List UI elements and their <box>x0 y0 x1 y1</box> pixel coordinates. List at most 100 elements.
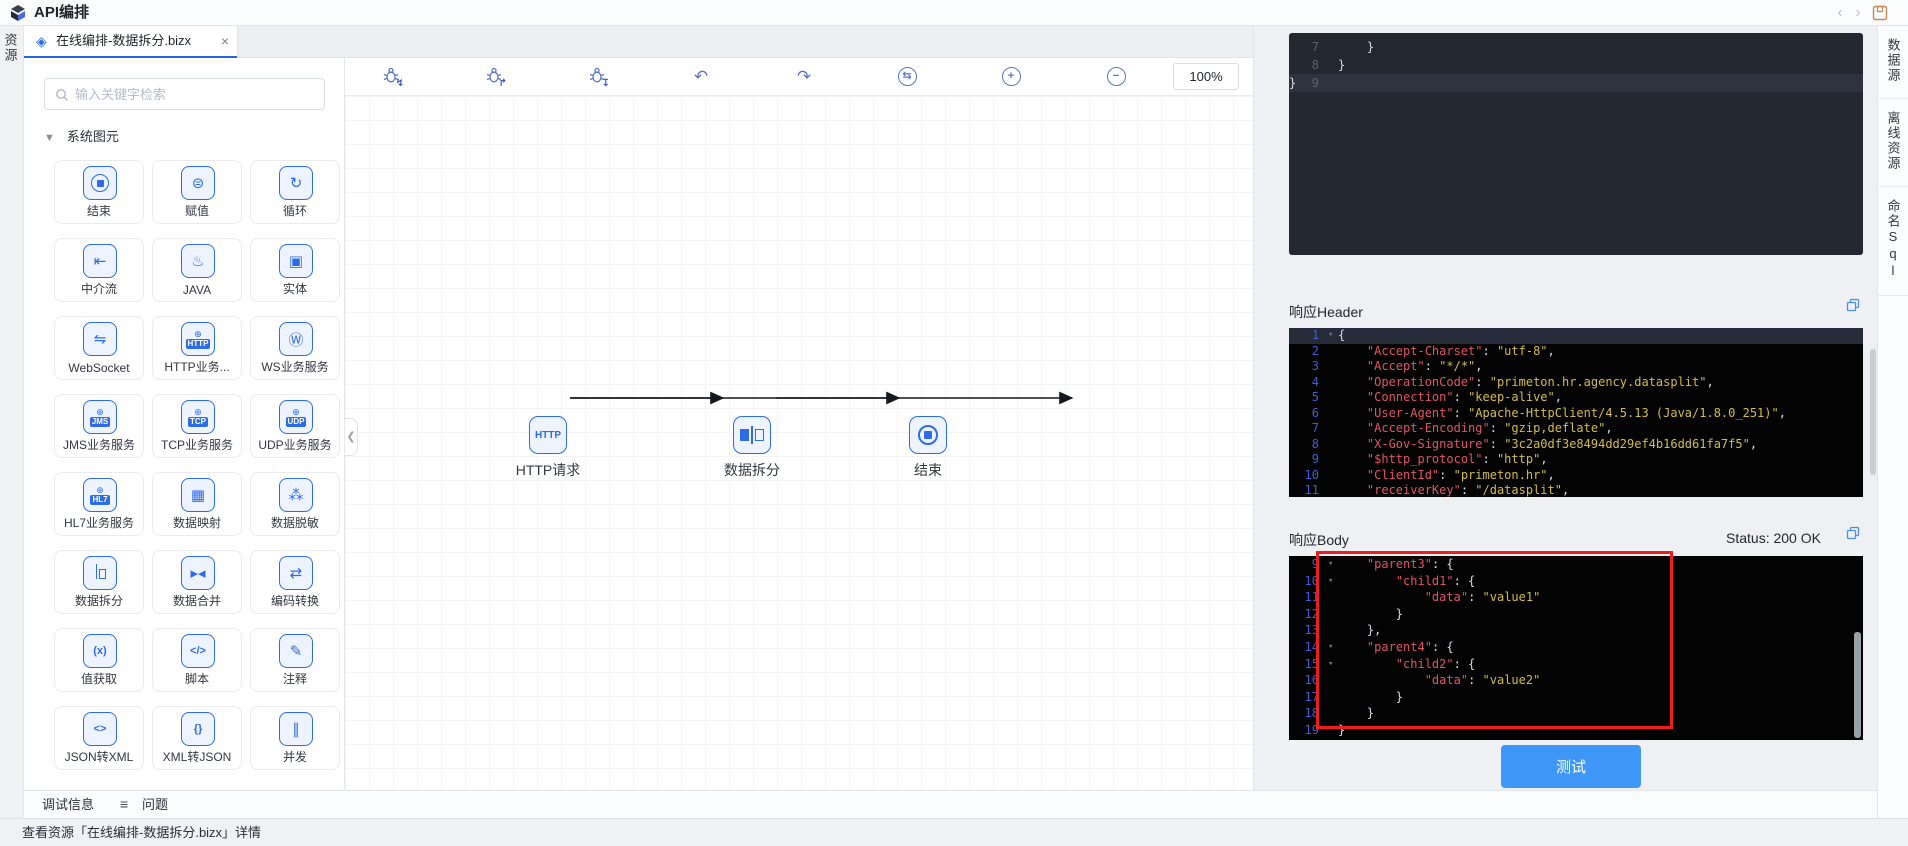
close-icon[interactable]: × <box>221 26 229 56</box>
code-line: 14 ▾ "parent4": { <box>1289 639 1863 656</box>
request-editor[interactable]: 7 } 8}} 9 <box>1289 33 1863 255</box>
script-icon: </> <box>181 634 215 668</box>
palette-item-ws-service[interactable]: Ⓦ WS业务服务 <box>250 316 340 380</box>
fold-caret-icon[interactable]: ▾ <box>1328 639 1338 656</box>
code-line: 6 "User-Agent": "Apache-HttpClient/4.5.1… <box>1289 406 1863 422</box>
redo-icon[interactable]: ↷ <box>793 66 815 88</box>
code-line: 10 "ClientId": "primeton.hr", <box>1289 468 1863 484</box>
palette-item-data-merge[interactable]: ▸◂ 数据合并 <box>152 550 242 614</box>
palette-item-value-get[interactable]: (x) 值获取 <box>54 628 144 692</box>
line-number: 9 <box>1311 76 1319 90</box>
node-split[interactable]: 数据拆分 <box>707 416 797 480</box>
copy-icon[interactable] <box>1846 298 1860 315</box>
palette-item-hl7-service[interactable]: ⊕ HL7 HL7业务服务 <box>54 472 144 536</box>
tcp-service-icon: ⊕ TCP <box>181 400 215 434</box>
palette-item-label: 数据合并 <box>172 594 221 608</box>
code-line: 16 "data": "value2" <box>1289 672 1863 689</box>
palette-item-entity[interactable]: ▣ 实体 <box>250 238 340 302</box>
node-http[interactable]: HTTP HTTP请求 <box>503 416 593 480</box>
panel-collapse-handle[interactable]: ❮ <box>345 418 358 456</box>
chevron-down-icon[interactable]: ▼ <box>44 132 55 144</box>
palette-item-encoding-convert[interactable]: ⇄ 编码转换 <box>250 550 340 614</box>
palette-item-jms-service[interactable]: ⊕ JMS JMS业务服务 <box>54 394 144 458</box>
palette-item-loop[interactable]: ↻ 循环 <box>250 160 340 224</box>
code-line: 9 "$http_protocol": "http", <box>1289 452 1863 468</box>
nav-back-icon[interactable]: ‹ <box>1832 0 1848 26</box>
right-rail-item-2[interactable]: 离线资源 <box>1878 99 1908 187</box>
palette-item-xml-to-json[interactable]: {} XML转JSON <box>152 706 242 770</box>
line-number: 2 <box>1311 343 1319 358</box>
response-body-editor[interactable]: 9 ▾ "parent3": {10 ▾ "child1": {11 "data":… <box>1289 556 1863 740</box>
right-rail-item-3[interactable]: 命名Sql <box>1878 187 1908 296</box>
line-number: 7 <box>1311 40 1319 54</box>
fit-view-icon[interactable]: ⇆ <box>896 66 918 88</box>
debug-run-icon[interactable]: ↯ <box>380 66 404 89</box>
palette-item-data-mapping[interactable]: ▦ 数据映射 <box>152 472 242 536</box>
hl7-service-icon: ⊕ HL7 <box>83 478 117 512</box>
code-line: 15 ▾ "child2": { <box>1289 656 1863 673</box>
undo-icon[interactable]: ↶ <box>690 66 712 88</box>
fold-caret-icon[interactable]: ▾ <box>1328 556 1338 573</box>
search-box <box>44 78 325 110</box>
debug-step-into-icon[interactable]: ↧ <box>586 66 610 89</box>
palette-item-http-service[interactable]: ⊕ HTTP HTTP业务... <box>152 316 242 380</box>
zoom-level-box[interactable]: 100% <box>1173 63 1239 90</box>
palette-item-parallel[interactable]: ∥ 并发 <box>250 706 340 770</box>
code-line: 9 ▾ "parent3": { <box>1289 556 1863 573</box>
nav-forward-icon[interactable]: › <box>1850 0 1866 26</box>
status-bar-text: 查看资源「在线编排-数据拆分.bizx」详情 <box>22 825 262 840</box>
palette-item-script[interactable]: </> 脚本 <box>152 628 242 692</box>
fold-caret-icon[interactable]: ▾ <box>1328 656 1338 673</box>
palette-item-udp-service[interactable]: ⊕ UDP UDP业务服务 <box>250 394 340 458</box>
node-split-icon <box>733 416 771 454</box>
palette-item-websocket[interactable]: ⇋ WebSocket <box>54 316 144 380</box>
palette-item-label: 注释 <box>282 672 307 686</box>
palette-item-label: 中介流 <box>80 282 117 296</box>
node-end[interactable]: 结束 <box>883 416 973 480</box>
palette-item-tcp-service[interactable]: ⊕ TCP TCP业务服务 <box>152 394 242 458</box>
palette-item-json-to-xml[interactable]: <> JSON转XML <box>54 706 144 770</box>
palette-item-label: JSON转XML <box>64 750 134 764</box>
left-rail-resources-tab[interactable]: 资源 <box>3 33 20 63</box>
palette-item-data-masking[interactable]: ⁂ 数据脱敏 <box>250 472 340 536</box>
panel-scrollbar[interactable] <box>1870 349 1876 475</box>
code-line: 12 } <box>1289 606 1863 623</box>
code-line: 18 } <box>1289 705 1863 722</box>
right-rail-item-label: 离线资源 <box>1885 111 1901 171</box>
flow-canvas[interactable]: ↯ ↱ ↧ ↶ ↷ ⇆ + − 100% HTTP HTTP请求 数据拆分 结束 ❮ <box>345 58 1253 822</box>
line-number: 9 <box>1311 557 1319 571</box>
palette-item-java[interactable]: ♨ JAVA <box>152 238 242 302</box>
palette-item-label: 数据拆分 <box>74 594 123 608</box>
canvas-grid[interactable]: HTTP HTTP请求 数据拆分 结束 <box>345 96 1253 822</box>
inspector-panel: 7 } 8}} 9 响应Header 1 ▾{2 "Accept-Charset": … <box>1253 26 1878 818</box>
save-icon[interactable] <box>1872 5 1888 24</box>
palette-item-label: JMS业务服务 <box>62 438 135 452</box>
debug-info-tab[interactable]: 调试信息 <box>42 791 94 818</box>
search-input[interactable] <box>75 79 320 109</box>
palette-item-end[interactable]: 结束 <box>54 160 144 224</box>
zoom-out-icon[interactable]: − <box>1105 66 1127 88</box>
palette-item-data-split[interactable]: 数据拆分 <box>54 550 144 614</box>
body-editor-scrollbar[interactable] <box>1854 632 1861 738</box>
tab-strip: ◈ 在线编排-数据拆分.bizx × <box>24 26 1253 58</box>
fold-caret-icon[interactable]: ▾ <box>1328 328 1338 344</box>
palette-item-label: 结束 <box>86 204 111 218</box>
response-header-editor[interactable]: 1 ▾{2 "Accept-Charset": "utf-8", 3 "Accept… <box>1289 328 1863 497</box>
line-number: 17 <box>1304 689 1319 704</box>
zoom-in-icon[interactable]: + <box>1000 66 1022 88</box>
fold-caret-icon[interactable]: ▾ <box>1328 573 1338 590</box>
palette-item-assign[interactable]: ⊜ 赋值 <box>152 160 242 224</box>
test-button[interactable]: 测试 <box>1501 745 1641 788</box>
copy-icon[interactable] <box>1846 526 1860 543</box>
debug-step-over-icon[interactable]: ↱ <box>483 66 507 89</box>
palette-item-mediator-flow[interactable]: ⇤ 中介流 <box>54 238 144 302</box>
debug-bar: 调试信息 ≡ 问题 <box>24 790 1877 818</box>
problems-tab[interactable]: 问题 <box>142 791 168 818</box>
palette-item-label: UDP业务服务 <box>258 438 332 452</box>
tab-active-bizx[interactable]: ◈ 在线编排-数据拆分.bizx × <box>24 26 238 58</box>
section-header-system-primitives[interactable]: ▼ 系统图元 <box>44 126 119 146</box>
code-line: 17 } <box>1289 689 1863 706</box>
right-rail-item-1[interactable]: 数据源 <box>1878 26 1908 99</box>
code-line: 13 }, <box>1289 622 1863 639</box>
palette-item-comment[interactable]: ✎ 注释 <box>250 628 340 692</box>
